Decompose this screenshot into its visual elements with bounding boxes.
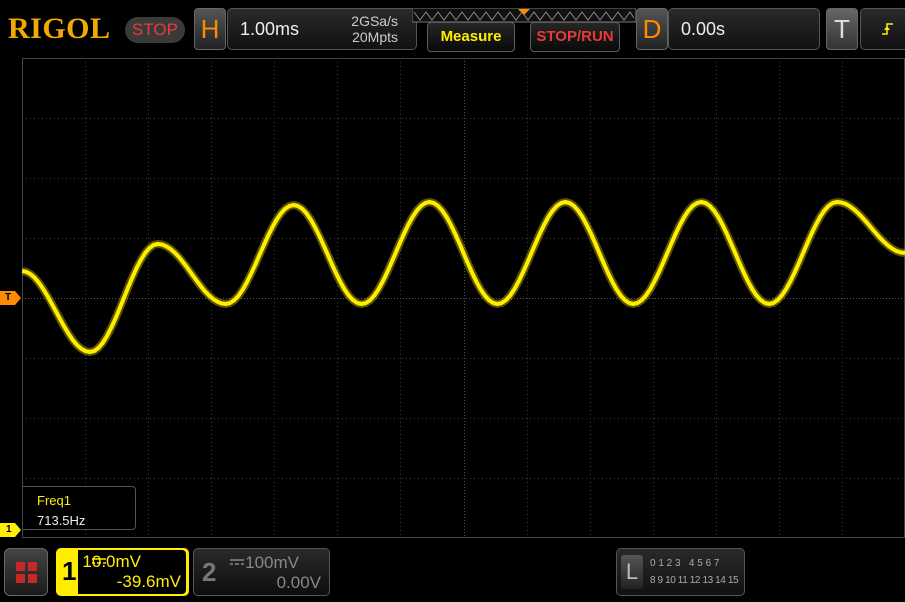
run-status-badge[interactable]: STOP (125, 17, 185, 43)
channel1-offset: -39.6mV (116, 572, 181, 591)
stop-run-button[interactable]: STOP/RUN (530, 22, 620, 52)
delay-panel[interactable]: 0.00s (668, 8, 820, 50)
waveform-graticule (22, 58, 905, 538)
channel2-panel[interactable]: 2 100mV 0.00V (193, 548, 330, 596)
ch1-waveform-glow (22, 198, 905, 356)
horizontal-menu-button[interactable]: H (194, 8, 226, 50)
rising-edge-icon (882, 23, 893, 35)
rigol-logo: RIGOL (8, 12, 111, 45)
measure-button[interactable]: Measure (427, 22, 515, 52)
timebase-value: 1.00ms (240, 19, 300, 39)
logic-letter: L (621, 555, 643, 589)
logic-analyzer-panel[interactable]: L 0 1 2 3 4 5 6 7 8 9 10 11 12 13 14 15 (616, 548, 745, 596)
channel1-scale: 10.0mV (82, 552, 141, 571)
measurement-result-box[interactable]: Freq1 713.5Hz (23, 486, 136, 530)
memory-depth: 20Mpts (352, 29, 398, 45)
measurement-value: 713.5Hz (37, 513, 86, 528)
trigger-panel[interactable] (860, 8, 905, 50)
ch1-ground-marker[interactable]: 1 (0, 523, 22, 537)
channel1-number: 1 (62, 556, 77, 586)
logic-channels-row2: 8 9 10 11 12 13 14 15 (650, 575, 739, 586)
top-status-bar: RIGOL STOP H 1.00ms 2GSa/s 20Mpts Measur… (0, 0, 905, 58)
channel2-number: 2 (202, 557, 217, 587)
ch1-waveform (22, 200, 905, 354)
delay-value: 0.00s (681, 19, 726, 39)
horizontal-panel[interactable]: 1.00ms 2GSa/s 20Mpts (227, 8, 417, 50)
channel1-panel[interactable]: 1 10.0mV -39.6mV (56, 548, 189, 596)
waveform-display[interactable] (22, 58, 905, 538)
trigger-level-label: T (5, 292, 12, 303)
measurement-label: Freq1 (37, 493, 71, 508)
trigger-menu-button[interactable]: T (826, 8, 858, 50)
delay-menu-button[interactable]: D (636, 8, 668, 50)
channel2-scale: 100mV (245, 553, 299, 572)
channel2-offset: 0.00V (276, 573, 321, 592)
trigger-level-marker[interactable]: T (0, 291, 22, 305)
logic-channels-row1: 0 1 2 3 4 5 6 7 (650, 558, 720, 569)
sample-rate: 2GSa/s (351, 13, 398, 29)
ch1-ground-label: 1 (6, 524, 12, 535)
dc-coupling-icon (230, 559, 244, 565)
grid-menu-icon[interactable] (4, 548, 48, 596)
